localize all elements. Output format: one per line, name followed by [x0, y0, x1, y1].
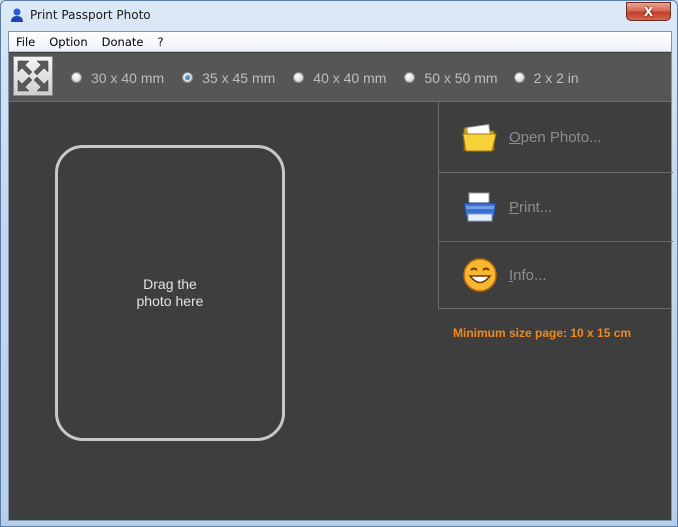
- print-label: Print...: [509, 198, 553, 216]
- drop-hint: Drag the photo here: [136, 276, 204, 309]
- smiley-icon: [463, 258, 497, 292]
- size-toolbar: 30 x 40 mm 35 x 45 mm 40 x 40 mm 50 x 50…: [9, 53, 671, 102]
- open-photo-button[interactable]: Open Photo...: [439, 102, 673, 173]
- menu-bar: File Option Donate ?: [9, 32, 671, 52]
- radio-button[interactable]: [293, 72, 305, 83]
- photo-drop-zone[interactable]: Drag the photo here: [55, 145, 285, 441]
- print-button[interactable]: Print...: [439, 173, 673, 242]
- client-area: File Option Donate ? 30 x 40 mm 35 x 45 …: [8, 31, 673, 521]
- size-option-30x40[interactable]: 30 x 40 mm: [71, 70, 164, 86]
- size-label: 2 x 2 in: [533, 69, 579, 86]
- menu-help[interactable]: ?: [150, 32, 170, 52]
- app-window: Print Passport Photo X File Option Donat…: [0, 0, 678, 527]
- folder-icon: [462, 123, 497, 152]
- radio-button[interactable]: [404, 72, 416, 83]
- size-option-40x40[interactable]: 40 x 40 mm: [293, 70, 386, 86]
- minimum-size-notice: Minimum size page: 10 x 15 cm: [453, 326, 632, 340]
- size-label: 35 x 45 mm: [202, 69, 276, 86]
- move-arrows-icon[interactable]: [13, 56, 53, 96]
- size-radio-group: 30 x 40 mm 35 x 45 mm 40 x 40 mm 50 x 50…: [71, 53, 579, 102]
- app-person-icon: [11, 8, 23, 22]
- close-icon: X: [643, 4, 654, 19]
- radio-button-checked[interactable]: [182, 72, 194, 83]
- menu-donate[interactable]: Donate: [95, 32, 151, 52]
- title-bar[interactable]: Print Passport Photo X: [1, 1, 677, 31]
- window-title: Print Passport Photo: [30, 8, 151, 22]
- close-button[interactable]: X: [626, 2, 671, 21]
- size-option-35x45[interactable]: 35 x 45 mm: [182, 70, 275, 86]
- size-label: 40 x 40 mm: [313, 69, 387, 86]
- size-label: 50 x 50 mm: [424, 69, 498, 86]
- open-photo-label: Open Photo...: [509, 128, 602, 146]
- menu-file[interactable]: File: [9, 32, 42, 52]
- menu-option[interactable]: Option: [42, 32, 94, 52]
- size-label: 30 x 40 mm: [91, 69, 165, 86]
- size-option-50x50[interactable]: 50 x 50 mm: [404, 69, 498, 86]
- info-label: Info...: [509, 266, 547, 284]
- radio-button[interactable]: [513, 72, 525, 83]
- size-option-2x2in[interactable]: 2 x 2 in: [513, 69, 579, 86]
- radio-button[interactable]: [71, 72, 82, 83]
- move-arrows-glyph: [17, 60, 49, 92]
- printer-icon: [463, 192, 497, 222]
- info-button[interactable]: Info...: [439, 242, 673, 308]
- action-panel: Open Photo... Print... Info...: [438, 102, 673, 309]
